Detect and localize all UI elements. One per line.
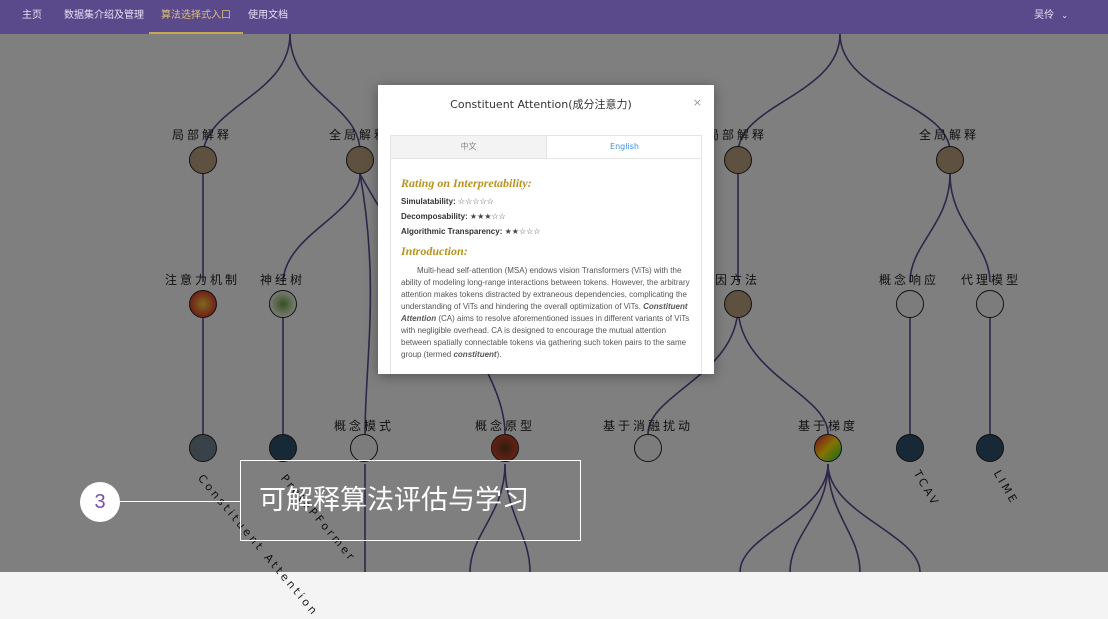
nav-item-docs[interactable]: 使用文档 <box>248 0 288 34</box>
rating-label: Simulatability: <box>401 197 456 206</box>
rating-decomposability: Decomposability: ★★★☆☆ <box>401 212 691 221</box>
modal-content: Rating on Interpretability: Simulatabili… <box>390 158 702 374</box>
intro-text: ). <box>496 350 502 359</box>
modal-title: Constituent Attention(成分注意力) <box>450 98 632 111</box>
intro-text: (CA) aims to resolve aforementioned issu… <box>401 314 690 359</box>
step-number-badge: 3 <box>80 482 120 522</box>
chevron-down-icon: ⌄ <box>1061 11 1068 20</box>
tab-english[interactable]: English <box>547 136 702 158</box>
star-rating-icon: ★★★☆☆ <box>469 212 506 221</box>
rating-label: Algorithmic Transparency: <box>401 227 503 236</box>
nav-item-home[interactable]: 主页 <box>22 0 42 34</box>
user-menu[interactable]: 吴伶 ⌄ <box>1034 0 1068 34</box>
rating-label: Decomposability: <box>401 212 468 221</box>
rating-algorithmic-transparency: Algorithmic Transparency: ★★☆☆☆ <box>401 227 691 236</box>
language-tabs: 中文 English <box>390 135 702 159</box>
intro-paragraph: Multi-head self-attention (MSA) endows v… <box>401 265 691 361</box>
algorithm-detail-modal: Constituent Attention(成分注意力) × 中文 Englis… <box>378 85 714 374</box>
tab-chinese[interactable]: 中文 <box>391 136 547 158</box>
star-rating-icon: ☆☆☆☆☆ <box>457 197 494 206</box>
rating-simulatability: Simulatability: ☆☆☆☆☆ <box>401 197 691 206</box>
nav-item-dataset[interactable]: 数据集介绍及管理 <box>64 0 144 34</box>
intro-emphasis: constituent <box>453 350 497 359</box>
callout-caption: 可解释算法评估与学习 <box>240 460 581 541</box>
nav-item-algorithm[interactable]: 算法选择式入口 <box>149 0 243 34</box>
star-rating-icon: ★★☆☆☆ <box>504 227 541 236</box>
callout-line <box>120 501 240 502</box>
close-icon[interactable]: × <box>693 96 702 109</box>
user-name: 吴伶 <box>1034 10 1055 21</box>
intro-heading: Introduction: <box>401 244 468 258</box>
top-nav-bar: 主页 数据集介绍及管理 算法选择式入口 使用文档 吴伶 ⌄ <box>0 0 1108 34</box>
rating-heading: Rating on Interpretability: <box>401 176 532 190</box>
